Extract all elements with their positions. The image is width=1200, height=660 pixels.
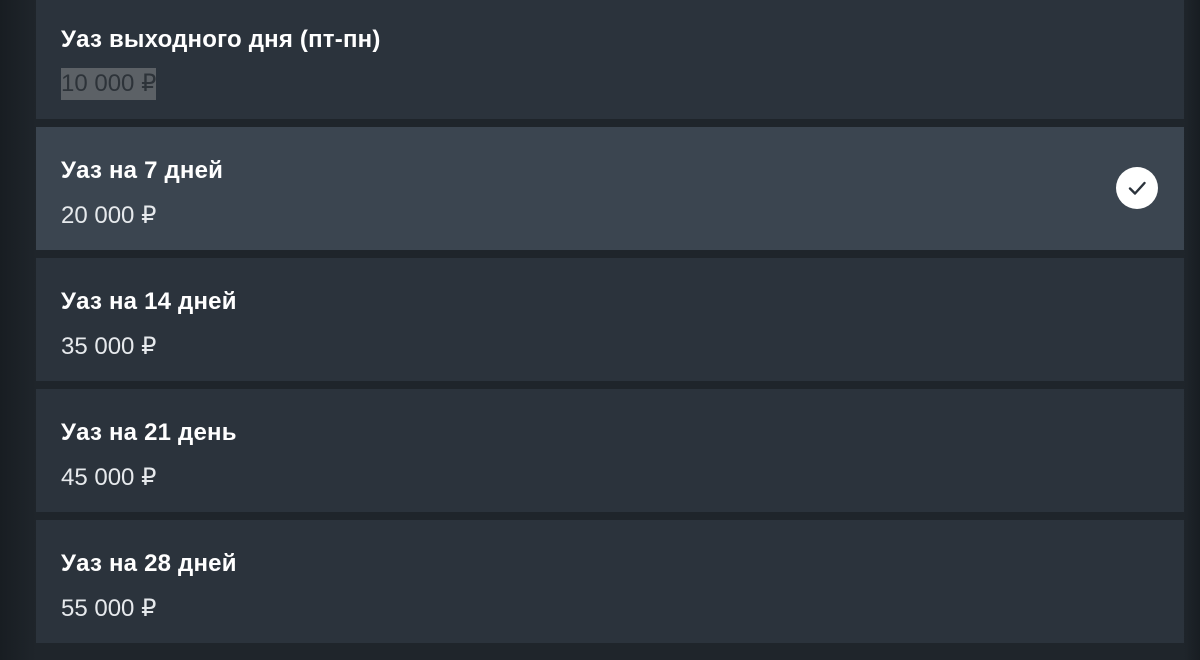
checkmark-icon bbox=[1128, 181, 1146, 195]
option-title: Уаз на 14 дней bbox=[61, 288, 237, 315]
option-card-14-days[interactable]: Уаз на 14 дней 35 000 ₽ bbox=[36, 258, 1184, 381]
option-title: Уаз на 28 дней bbox=[61, 550, 237, 577]
option-title: Уаз выходного дня (пт-пн) bbox=[61, 26, 381, 53]
option-card-21-days[interactable]: Уаз на 21 день 45 000 ₽ bbox=[36, 389, 1184, 512]
rental-options-list: Уаз выходного дня (пт-пн) 10 000 ₽ Уаз н… bbox=[36, 0, 1184, 651]
option-price: 55 000 ₽ bbox=[61, 595, 157, 622]
rental-options-page: Уаз выходного дня (пт-пн) 10 000 ₽ Уаз н… bbox=[0, 0, 1200, 660]
option-card-weekend[interactable]: Уаз выходного дня (пт-пн) 10 000 ₽ bbox=[36, 0, 1184, 119]
option-price-highlighted: 10 000 ₽ bbox=[61, 68, 157, 100]
option-price: 20 000 ₽ bbox=[61, 202, 157, 229]
option-card-7-days[interactable]: Уаз на 7 дней 20 000 ₽ bbox=[36, 127, 1184, 250]
option-title: Уаз на 21 день bbox=[61, 419, 237, 446]
checkmark-circle-icon bbox=[1116, 167, 1158, 209]
option-card-28-days[interactable]: Уаз на 28 дней 55 000 ₽ bbox=[36, 520, 1184, 643]
option-price: 45 000 ₽ bbox=[61, 464, 157, 491]
option-price: 35 000 ₽ bbox=[61, 333, 157, 360]
option-title: Уаз на 7 дней bbox=[61, 157, 224, 184]
